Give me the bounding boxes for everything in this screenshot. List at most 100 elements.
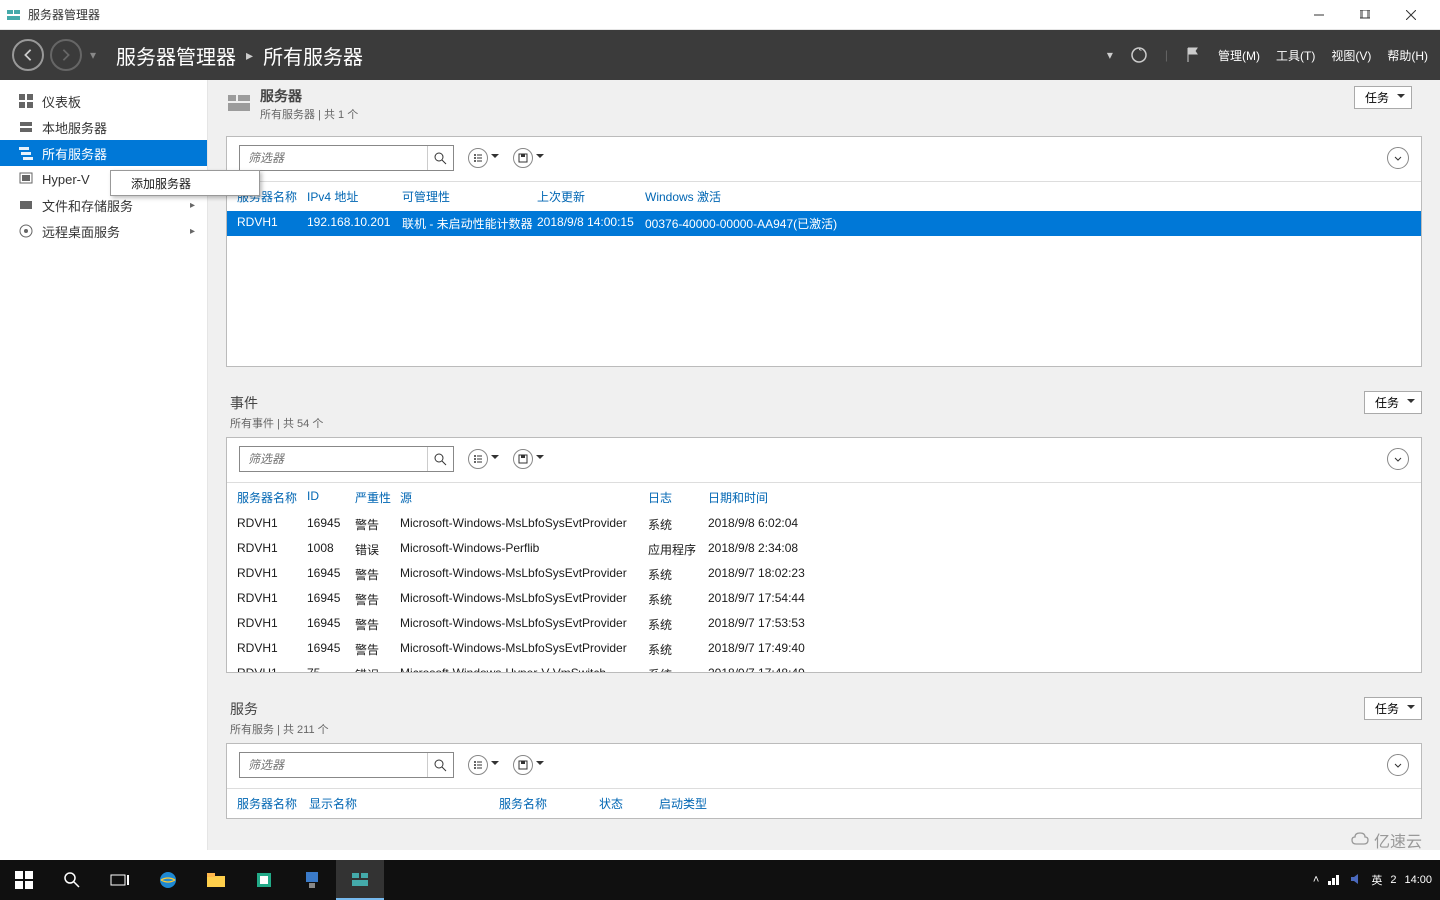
services-grid-header: 服务器名称 显示名称 服务名称 状态 启动类型	[227, 788, 1421, 818]
servers-save-button[interactable]	[513, 148, 533, 168]
services-tasks-button[interactable]: 任务	[1364, 697, 1422, 720]
window-controls	[1296, 0, 1434, 30]
events-tasks-button[interactable]: 任务	[1364, 391, 1422, 414]
col-display-name[interactable]: 显示名称	[309, 795, 499, 812]
minimize-button[interactable]	[1296, 0, 1342, 30]
events-panel: 服务器名称 ID 严重性 源 日志 日期和时间 RDVH116945警告Micr…	[226, 437, 1422, 673]
menu-help[interactable]: 帮助(H)	[1387, 47, 1428, 64]
maximize-button[interactable]	[1342, 0, 1388, 30]
events-save-button[interactable]	[513, 449, 533, 469]
taskbar-ie-button[interactable]	[144, 860, 192, 900]
breadcrumb-root[interactable]: 服务器管理器	[116, 41, 236, 70]
servers-grid-header: 服务器名称 IPv4 地址 可管理性 上次更新 Windows 激活	[227, 181, 1421, 211]
taskbar-taskview-button[interactable]	[96, 860, 144, 900]
sidebar-item-local-server[interactable]: 本地服务器	[0, 114, 207, 140]
search-icon[interactable]	[427, 753, 453, 777]
tray-volume-icon[interactable]	[1349, 872, 1363, 889]
services-save-button[interactable]	[513, 755, 533, 775]
refresh-icon[interactable]	[1129, 45, 1149, 65]
taskbar-app2-button[interactable]	[288, 860, 336, 900]
col-source[interactable]: 源	[400, 489, 648, 506]
services-filter-input[interactable]	[240, 758, 427, 772]
col-service-name[interactable]: 服务名称	[499, 795, 599, 812]
nav-forward-button[interactable]	[50, 39, 82, 71]
events-panel-subtitle: 所有事件 | 共 54 个	[226, 415, 1422, 431]
events-grid-row[interactable]: RDVH116945警告Microsoft-Windows-MsLbfoSysE…	[227, 512, 1421, 537]
sidebar-item-label: Hyper-V	[42, 172, 90, 187]
storage-icon	[18, 197, 34, 213]
col-log[interactable]: 日志	[648, 489, 708, 506]
servers-grid-row[interactable]: RDVH1 192.168.10.201 联机 - 未启动性能计数器 2018/…	[227, 211, 1421, 236]
tray-chevron-up-icon[interactable]: ˄	[1313, 874, 1319, 886]
events-filter	[239, 446, 454, 472]
servers-expand-button[interactable]	[1387, 147, 1409, 169]
servers-panel: 服务器名称 IPv4 地址 可管理性 上次更新 Windows 激活 RDVH1…	[226, 136, 1422, 367]
menu-manage[interactable]: 管理(M)	[1218, 47, 1260, 64]
services-panel-title: 服务	[226, 693, 1422, 721]
col-start-type[interactable]: 启动类型	[659, 795, 749, 812]
events-grid-row[interactable]: RDVH11008错误Microsoft-Windows-Perflib应用程序…	[227, 537, 1421, 562]
col-ip[interactable]: IPv4 地址	[307, 188, 402, 205]
sidebar-item-dashboard[interactable]: 仪表板	[0, 88, 207, 114]
col-last-update[interactable]: 上次更新	[537, 188, 645, 205]
app-icon	[6, 7, 22, 23]
taskbar-app1-button[interactable]	[240, 860, 288, 900]
sidebar-item-label: 文件和存储服务	[42, 196, 133, 215]
sidebar-item-label: 本地服务器	[42, 118, 107, 137]
events-filter-input[interactable]	[240, 452, 427, 466]
taskbar: ˄ 英 2 14:00	[0, 860, 1440, 900]
sidebar-item-label: 仪表板	[42, 92, 81, 111]
servers-filter-input[interactable]	[240, 151, 427, 165]
sidebar-item-all-servers[interactable]: 所有服务器	[0, 140, 207, 166]
services-filter-options-button[interactable]	[468, 755, 488, 775]
menu-tools[interactable]: 工具(T)	[1276, 47, 1315, 64]
titlebar: 服务器管理器	[0, 0, 1440, 30]
services-expand-button[interactable]	[1387, 754, 1409, 776]
col-manageability[interactable]: 可管理性	[402, 188, 537, 205]
tray-network-icon[interactable]	[1327, 872, 1341, 889]
events-grid-row[interactable]: RDVH175错误Microsoft-Windows-Hyper-V-VmSwi…	[227, 662, 1421, 672]
nav-back-button[interactable]	[12, 39, 44, 71]
col-server-name[interactable]: 服务器名称	[237, 795, 309, 812]
col-event-id[interactable]: ID	[307, 489, 355, 506]
events-expand-button[interactable]	[1387, 448, 1409, 470]
remote-desktop-icon	[18, 223, 34, 239]
events-grid-row[interactable]: RDVH116945警告Microsoft-Windows-MsLbfoSysE…	[227, 587, 1421, 612]
nav-dropdown[interactable]: ▾	[90, 48, 96, 62]
breadcrumb-sep-icon: ▸	[246, 47, 253, 64]
col-status[interactable]: 状态	[599, 795, 659, 812]
search-icon[interactable]	[427, 146, 453, 170]
col-datetime[interactable]: 日期和时间	[708, 489, 858, 506]
taskbar-search-button[interactable]	[48, 860, 96, 900]
sidebar-item-remote-desktop[interactable]: 远程桌面服务▸	[0, 218, 207, 244]
search-icon[interactable]	[427, 447, 453, 471]
col-activation[interactable]: Windows 激活	[645, 188, 1411, 205]
dashboard-icon	[18, 93, 34, 109]
tray-ime[interactable]: 英	[1371, 872, 1382, 888]
window-title: 服务器管理器	[28, 6, 100, 23]
servers-filter-options-button[interactable]	[468, 148, 488, 168]
events-panel-title: 事件	[226, 387, 1422, 415]
servers-filter	[239, 145, 454, 171]
servers-icon	[18, 145, 34, 161]
services-filter	[239, 752, 454, 778]
col-server-name[interactable]: 服务器名称	[237, 489, 307, 506]
events-filter-options-button[interactable]	[468, 449, 488, 469]
tray-clock[interactable]: 14:00	[1404, 874, 1432, 887]
context-menu-add-server[interactable]: 添加服务器	[111, 171, 259, 195]
flag-icon[interactable]	[1184, 46, 1202, 64]
chevron-right-icon: ▸	[190, 200, 195, 211]
taskbar-server-manager-button[interactable]	[336, 860, 384, 900]
start-button[interactable]	[0, 860, 48, 900]
servers-tasks-button[interactable]: 任务	[1354, 86, 1412, 109]
ribbon-dropdown[interactable]: ▾	[1107, 48, 1113, 62]
events-grid-row[interactable]: RDVH116945警告Microsoft-Windows-MsLbfoSysE…	[227, 612, 1421, 637]
events-grid-row[interactable]: RDVH116945警告Microsoft-Windows-MsLbfoSysE…	[227, 562, 1421, 587]
events-grid-row[interactable]: RDVH116945警告Microsoft-Windows-MsLbfoSysE…	[227, 637, 1421, 662]
taskbar-explorer-button[interactable]	[192, 860, 240, 900]
services-panel-subtitle: 所有服务 | 共 211 个	[226, 721, 1422, 737]
menu-view[interactable]: 视图(V)	[1331, 47, 1371, 64]
close-button[interactable]	[1388, 0, 1434, 30]
col-severity[interactable]: 严重性	[355, 489, 400, 506]
system-tray: ˄ 英 2 14:00	[1313, 872, 1440, 889]
